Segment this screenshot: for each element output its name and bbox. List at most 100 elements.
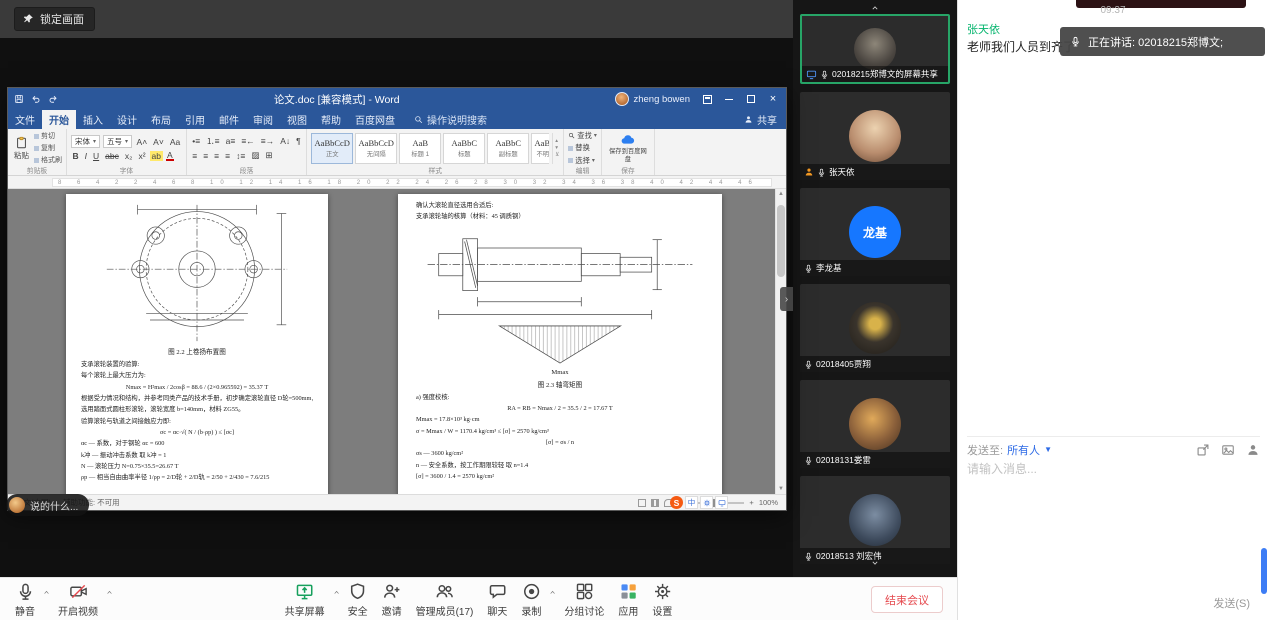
superscript-button[interactable]: x² [137,151,147,161]
close-button[interactable]: × [762,88,784,110]
align-right-button[interactable]: ≡ [213,151,221,161]
zoom-in-button[interactable]: + [749,498,753,507]
send-button[interactable]: 发送(S) [1203,591,1260,615]
tab-help[interactable]: 帮助 [314,110,348,129]
invite-button[interactable]: 邀请 [375,582,409,618]
share-screen-button[interactable]: 共享屏幕 [278,582,332,618]
document-area[interactable]: 图 2.2 上卷扬布置图 支承滚轮装置的验算: 每个滚轮上最大压力为: Nmax… [8,189,786,494]
replace-button[interactable]: 替换 [568,143,597,153]
bold-button[interactable]: B [71,151,80,161]
message-input[interactable]: 请输入消息... [967,460,1260,590]
tab-baidu-netdisk[interactable]: 百度网盘 [348,110,402,129]
decrease-indent-button[interactable]: ≡← [240,136,256,146]
style-title[interactable]: AaBbC 标题 [443,133,485,164]
undo-icon[interactable] [31,94,41,104]
save-to-baidu-button[interactable]: 保存到百度网盘 [606,132,650,164]
justify-button[interactable]: ≡ [224,151,232,161]
increase-indent-button[interactable]: ≡→ [259,136,275,146]
member-mention-icon[interactable] [1246,443,1260,457]
input-keyboard-icon[interactable] [715,496,728,509]
end-meeting-button[interactable]: 结束会议 [871,586,943,613]
redo-icon[interactable] [48,94,58,104]
select-button[interactable]: 选择▾ [568,156,597,166]
panel-collapse-button[interactable]: › [780,287,793,311]
chat-button[interactable]: 聊天 [480,582,514,618]
strikethrough-button[interactable]: abc [104,151,121,161]
tab-layout[interactable]: 布局 [144,110,178,129]
scroll-up-arrow[interactable]: ▲ [776,191,786,197]
participant-tile-screen-share[interactable]: 02018215郑博文的屏幕共享 [800,14,950,84]
show-marks-button[interactable]: ¶ [295,136,303,146]
popout-chat-icon[interactable] [1196,443,1210,457]
style-normal[interactable]: AaBbCcD 正文 [311,133,353,164]
subscript-button[interactable]: x₂ [123,151,134,161]
participants-scroll-down[interactable] [793,557,957,569]
numbering-button[interactable]: ⒈≡ [205,135,221,147]
font-size-select[interactable]: 五号▾ [103,135,132,148]
format-painter-button[interactable]: 格式刷 [34,155,62,165]
security-button[interactable]: 安全 [341,582,375,618]
share-options-chevron[interactable] [332,589,341,596]
tab-review[interactable]: 审阅 [246,110,280,129]
chat-scrollbar-thumb[interactable] [1261,548,1267,594]
pin-view-button[interactable]: 锁定画面 [14,7,95,31]
start-video-button[interactable]: 开启视频 [51,582,105,618]
page-right[interactable]: 确认大滚轮直径选用合适后: 支承滚轮轴的核算（材料：45 调质钢） [398,194,722,494]
multilevel-list-button[interactable]: a≡ [224,136,237,146]
scroll-down-arrow[interactable]: ▼ [776,486,786,492]
participants-scroll-up[interactable] [800,2,950,14]
participant-tile[interactable]: 龙基 李龙基 [800,188,950,276]
highlight-button[interactable]: ab [150,151,162,161]
participant-tile[interactable]: 02018513 刘宏伟 [800,476,950,564]
align-center-button[interactable]: ≡ [202,151,210,161]
tab-mailings[interactable]: 邮件 [212,110,246,129]
style-no-spacing[interactable]: AaBbCcD 无间隔 [355,133,397,164]
video-options-chevron[interactable] [105,589,114,596]
align-left-button[interactable]: ≡ [191,151,199,161]
change-case-button[interactable]: Aa [168,137,181,147]
italic-button[interactable]: I [83,151,88,161]
participant-tile[interactable]: 张天依 [800,92,950,180]
shrink-font-button[interactable]: A˅ [152,137,166,147]
underline-button[interactable]: U [92,151,101,161]
tab-insert[interactable]: 插入 [76,110,110,129]
send-to-caret-icon[interactable]: ▼ [1044,445,1052,454]
style-subtitle[interactable]: AaBbC 副标题 [487,133,529,164]
print-layout-icon[interactable] [651,499,659,507]
style-subtle-emphasis[interactable]: AaBbCcD 不明显强调 [531,133,549,164]
mute-options-chevron[interactable] [42,589,51,596]
bullets-button[interactable]: •≡ [191,136,202,146]
paste-button[interactable]: 粘贴 [12,136,31,161]
zoom-percent[interactable]: 100% [759,498,778,507]
sort-button[interactable]: A↓ [279,136,292,146]
breakout-rooms-button[interactable]: 分组讨论 [557,582,611,618]
read-mode-icon[interactable] [638,499,646,507]
borders-button[interactable]: ⊞ [264,150,274,161]
ribbon-display-options-button[interactable] [696,88,718,110]
sogou-input-toolbar[interactable]: S 中 [670,496,728,509]
font-color-button[interactable]: A [166,151,175,161]
record-button[interactable]: 录制 [514,582,548,618]
ruler[interactable]: 8 6 4 2 2 4 6 8 10 12 14 16 18 20 22 24 … [8,176,786,189]
page-left[interactable]: 图 2.2 上卷扬布置图 支承滚轮装置的验算: 每个滚轮上最大压力为: Nmax… [66,194,328,494]
line-spacing-button[interactable]: ↕≡ [235,151,247,161]
image-icon[interactable] [1221,443,1235,457]
style-heading-1[interactable]: AaB 标题 1 [399,133,441,164]
tab-home[interactable]: 开始 [42,110,76,129]
input-settings-icon[interactable] [700,496,713,509]
participant-tile[interactable]: 02018131娄雷 [800,380,950,468]
tab-view[interactable]: 视图 [280,110,314,129]
copy-button[interactable]: 复制 [34,143,62,153]
input-mode-toggle[interactable]: 中 [685,496,698,509]
save-icon[interactable] [14,94,24,104]
manage-members-button[interactable]: 管理成员(17) [409,582,481,618]
find-button[interactable]: 查找▾ [568,131,597,141]
cut-button[interactable]: 剪切 [34,131,62,141]
tab-design[interactable]: 设计 [110,110,144,129]
maximize-button[interactable] [740,88,762,110]
settings-button[interactable]: 设置 [645,582,679,618]
send-to-select[interactable]: 所有人 [1007,442,1040,458]
mute-button[interactable]: 静音 [8,582,42,618]
minimize-button[interactable] [718,88,740,110]
font-name-select[interactable]: 宋体▾ [71,135,100,148]
